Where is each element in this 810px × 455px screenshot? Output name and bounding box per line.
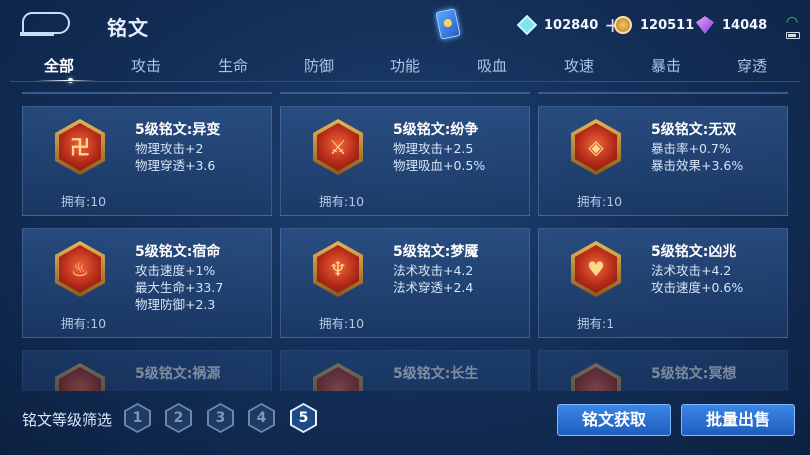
coin-amount: 120511	[640, 17, 695, 33]
rune-stats: 物理攻击+2.5 物理吸血+0.5%	[393, 140, 485, 174]
acquire-rune-button[interactable]: 铭文获取	[557, 404, 671, 436]
rune-stats: 法术攻击+4.2 攻击速度+0.6%	[651, 262, 743, 296]
rune-list[interactable]: 卍 5级铭文:异变 物理攻击+2 物理穿透+3.6 拥有:10 ⚔ 5级铭文:纷…	[22, 106, 802, 391]
crystal-icon	[516, 14, 538, 36]
tab-attack[interactable]: 攻击	[111, 52, 181, 80]
rune-card[interactable]: ♆ 5级铭文:梦魇 法术攻击+4.2 法术穿透+2.4 拥有:10	[280, 228, 530, 338]
rune-owned-count: 拥有:1	[577, 316, 615, 331]
rune-name: 5级铭文:梦魇	[393, 244, 479, 260]
rune-card[interactable]: 5级铭文:长生	[280, 350, 530, 391]
rune-stats: 法术攻击+4.2 法术穿透+2.4	[393, 262, 473, 296]
rune-owned-count: 拥有:10	[319, 316, 365, 331]
rune-name: 5级铭文:冥想	[651, 366, 737, 382]
rune-stat: 物理吸血+0.5%	[393, 158, 486, 173]
rune-emblem-icon: ◈	[571, 119, 621, 175]
rune-stats: 暴击率+0.7% 暴击效果+3.6%	[651, 140, 743, 174]
rune-stat: 物理攻击+2	[135, 141, 204, 156]
level-filter-1[interactable]: 1	[124, 403, 151, 433]
level-filter-label: 铭文等级筛选	[22, 411, 113, 429]
tab-attack-speed[interactable]: 攻速	[544, 52, 614, 80]
level-filter-4[interactable]: 4	[248, 403, 275, 433]
tab-penetration[interactable]: 穿透	[717, 52, 787, 80]
tab-lifesteal[interactable]: 吸血	[457, 52, 527, 80]
back-arrow-icon[interactable]	[20, 12, 70, 36]
tab-health[interactable]: 生命	[198, 52, 268, 80]
rune-card[interactable]: ⚔ 5级铭文:纷争 物理攻击+2.5 物理吸血+0.5% 拥有:10	[280, 106, 530, 216]
rune-card[interactable]: ♥ 5级铭文:凶兆 法术攻击+4.2 攻击速度+0.6% 拥有:1	[538, 228, 788, 338]
rune-stat: 法术攻击+4.2	[651, 263, 732, 278]
rune-stat: 法术穿透+2.4	[393, 280, 474, 295]
rune-stats: 物理攻击+2 物理穿透+3.6	[135, 140, 215, 174]
crystal-currency: 102840 +	[516, 14, 621, 36]
coin-icon	[614, 16, 632, 34]
gem-currency: 14048	[696, 14, 767, 36]
rune-card-icon[interactable]	[435, 8, 461, 40]
rune-name: 5级铭文:凶兆	[651, 244, 737, 260]
top-bar: 铭文 102840 + 120511 14048 ◠	[0, 0, 810, 50]
rune-stat: 暴击效果+3.6%	[651, 158, 744, 173]
level-filter-3[interactable]: 3	[207, 403, 234, 433]
level-filter-5[interactable]: 5	[290, 403, 317, 433]
rune-emblem-icon: ♆	[313, 241, 363, 297]
rune-name: 5级铭文:无双	[651, 122, 737, 138]
rune-stat: 攻击速度+1%	[135, 263, 216, 278]
rune-stat: 物理防御+2.3	[135, 297, 216, 312]
page-title: 铭文	[107, 16, 149, 40]
tab-divider	[10, 81, 800, 82]
rune-name: 5级铭文:长生	[393, 366, 479, 382]
level-filter-2[interactable]: 2	[165, 403, 192, 433]
tab-all[interactable]: 全部	[24, 52, 94, 80]
battery-icon	[786, 32, 800, 39]
crystal-amount: 102840	[544, 17, 599, 33]
coin-currency: 120511	[614, 14, 694, 36]
rune-emblem-icon: ⚔	[313, 119, 363, 175]
rune-emblem-icon: ♨	[55, 241, 105, 297]
rune-name: 5级铭文:纷争	[393, 122, 479, 138]
tab-critical[interactable]: 暴击	[631, 52, 701, 80]
rune-name: 5级铭文:宿命	[135, 244, 221, 260]
gem-icon	[696, 16, 714, 34]
rune-stat: 物理穿透+3.6	[135, 158, 216, 173]
bulk-sell-button[interactable]: 批量出售	[681, 404, 795, 436]
tab-defense[interactable]: 防御	[284, 52, 354, 80]
rune-owned-count: 拥有:10	[319, 194, 365, 209]
rune-card[interactable]: ◈ 5级铭文:无双 暴击率+0.7% 暴击效果+3.6% 拥有:10	[538, 106, 788, 216]
list-top-edge	[10, 92, 800, 94]
rune-owned-count: 拥有:10	[61, 316, 107, 331]
rune-stat: 最大生命+33.7	[135, 280, 224, 295]
rune-card[interactable]: 5级铭文:冥想	[538, 350, 788, 391]
rune-stat: 暴击率+0.7%	[651, 141, 731, 156]
rune-owned-count: 拥有:10	[577, 194, 623, 209]
rune-stat: 物理攻击+2.5	[393, 141, 474, 156]
gem-amount: 14048	[722, 17, 768, 33]
rune-emblem-icon	[55, 363, 105, 391]
rune-stat: 法术攻击+4.2	[393, 263, 474, 278]
wifi-icon: ◠	[786, 14, 799, 30]
rune-emblem-icon: 卍	[55, 119, 105, 175]
category-tabs: 全部 攻击 生命 防御 功能 吸血 攻速 暴击 穿透	[14, 52, 804, 83]
rune-card[interactable]: 卍 5级铭文:异变 物理攻击+2 物理穿透+3.6 拥有:10	[22, 106, 272, 216]
rune-owned-count: 拥有:10	[61, 194, 107, 209]
rune-emblem-icon	[313, 363, 363, 391]
rune-name: 5级铭文:异变	[135, 122, 221, 138]
rune-stats: 攻击速度+1% 最大生命+33.7 物理防御+2.3	[135, 262, 223, 313]
rune-emblem-icon: ♥	[571, 241, 621, 297]
rune-emblem-icon	[571, 363, 621, 391]
tab-function[interactable]: 功能	[370, 52, 440, 80]
rune-card[interactable]: 5级铭文:祸源	[22, 350, 272, 391]
rune-card[interactable]: ♨ 5级铭文:宿命 攻击速度+1% 最大生命+33.7 物理防御+2.3 拥有:…	[22, 228, 272, 338]
rune-stat: 攻击速度+0.6%	[651, 280, 744, 295]
rune-name: 5级铭文:祸源	[135, 366, 221, 382]
